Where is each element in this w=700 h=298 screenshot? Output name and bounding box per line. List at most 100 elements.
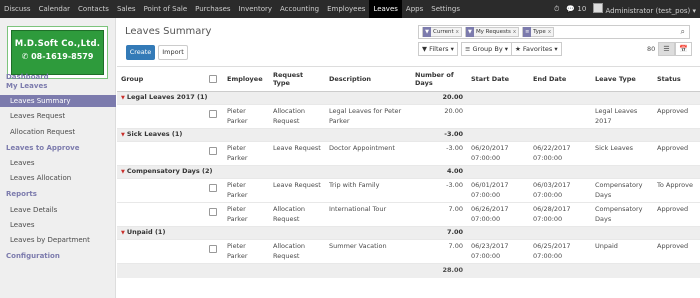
- group-cell: [117, 104, 205, 129]
- sidebar-item-leaves-request[interactable]: Leaves Request: [0, 112, 116, 120]
- search-bar[interactable]: ▼ Current x ▼ My Requests x ≡ Type x ⌕: [418, 25, 690, 39]
- sidebar-reports[interactable]: Reports: [0, 190, 116, 198]
- group-label: Sick Leaves (1): [126, 130, 183, 138]
- favorites-dropdown[interactable]: ★ Favorites ▾: [511, 42, 562, 56]
- row-checkbox[interactable]: [205, 178, 223, 203]
- menu-item-purchases[interactable]: Purchases: [191, 0, 234, 18]
- col-status[interactable]: Status: [653, 66, 700, 92]
- group-cell: [117, 239, 205, 264]
- grand-total-row: 28.00: [117, 263, 700, 278]
- chat-icon[interactable]: 💬 10: [566, 5, 586, 13]
- group-row[interactable]: ▼ Unpaid (1) 7.00: [117, 226, 700, 240]
- row-checkbox[interactable]: [205, 202, 223, 227]
- col-end-date[interactable]: End Date: [529, 66, 591, 92]
- group-label: Legal Leaves 2017 (1): [126, 93, 208, 101]
- leave-type-cell: Legal Leaves 2017: [591, 104, 653, 129]
- col-start-date[interactable]: Start Date: [467, 66, 529, 92]
- status-cell: Approved: [653, 141, 700, 166]
- remove-facet-icon[interactable]: x: [456, 29, 461, 35]
- row-checkbox[interactable]: [205, 104, 223, 129]
- sidebar-my-leaves[interactable]: My Leaves: [0, 82, 116, 90]
- menu-item-accounting[interactable]: Accounting: [276, 0, 323, 18]
- sidebar-item-leaves-report[interactable]: Leaves: [0, 221, 116, 229]
- sidebar-item-leaves-by-department[interactable]: Leaves by Department: [0, 236, 116, 244]
- status-cell: Approved: [653, 202, 700, 227]
- search-facet[interactable]: ▼ Current x: [422, 27, 462, 37]
- group-by-dropdown[interactable]: ≡ Group By ▾: [461, 42, 513, 56]
- sidebar-item-leaves-summary[interactable]: Leaves Summary: [0, 95, 116, 107]
- group-name[interactable]: ▼ Legal Leaves 2017 (1): [117, 91, 411, 105]
- calendar-view-icon[interactable]: 📅: [675, 42, 692, 56]
- row-checkbox[interactable]: [205, 239, 223, 264]
- col-description[interactable]: Description: [325, 66, 411, 92]
- menu-item-discuss[interactable]: Discuss: [0, 0, 35, 18]
- status-cell: Approved: [653, 104, 700, 129]
- description-cell: Summer Vacation: [325, 239, 411, 264]
- col-leave-type[interactable]: Leave Type: [591, 66, 653, 92]
- chat-count: 10: [577, 5, 587, 13]
- list-view-icon[interactable]: ☰: [658, 42, 675, 56]
- menu-item-apps[interactable]: Apps: [402, 0, 427, 18]
- company-phone: ✆ 08-1619-8579: [21, 52, 94, 61]
- table-row[interactable]: Pieter Parker Allocation Request Internati…: [117, 202, 700, 227]
- menu-item-calendar[interactable]: Calendar: [35, 0, 74, 18]
- start-date-cell: 06/20/2017 07:00:00: [467, 141, 529, 166]
- user-menu[interactable]: Administrator (test_pos) ▾: [593, 3, 696, 15]
- sidebar-dashboard[interactable]: Dashboard: [0, 73, 116, 81]
- group-name[interactable]: ▼ Sick Leaves (1): [117, 128, 411, 142]
- group-row[interactable]: ▼ Legal Leaves 2017 (1) 20.00: [117, 91, 700, 105]
- col-group[interactable]: Group: [117, 66, 205, 92]
- remove-facet-icon[interactable]: x: [513, 29, 518, 35]
- filters-dropdown[interactable]: ▼ Filters ▾: [418, 42, 458, 56]
- menu-item-employees[interactable]: Employees: [323, 0, 369, 18]
- menu-item-contacts[interactable]: Contacts: [74, 0, 113, 18]
- pager-value[interactable]: 80: [647, 45, 655, 53]
- select-all-checkbox[interactable]: [205, 66, 223, 92]
- sidebar-item-leaves-allocation[interactable]: Leaves Allocation: [0, 174, 116, 182]
- group-name[interactable]: ▼ Unpaid (1): [117, 226, 411, 240]
- leave-type-cell: Sick Leaves: [591, 141, 653, 166]
- sidebar-item-allocation-request[interactable]: Allocation Request: [0, 128, 116, 136]
- create-button[interactable]: Create: [126, 45, 155, 60]
- request-type-cell: Leave Request: [269, 178, 325, 203]
- sidebar-configuration[interactable]: Configuration: [0, 252, 116, 260]
- sidebar-item-leave-details[interactable]: Leave Details: [0, 206, 116, 214]
- col-employee[interactable]: Employee: [223, 66, 269, 92]
- menu-item-inventory[interactable]: Inventory: [235, 0, 276, 18]
- menu-item-leaves[interactable]: Leaves: [369, 0, 402, 18]
- row-checkbox[interactable]: [205, 141, 223, 166]
- group-label: Unpaid (1): [126, 228, 166, 236]
- search-icon[interactable]: ⌕: [681, 27, 685, 37]
- description-cell: Trip with Family: [325, 178, 411, 203]
- table-header-row: Group Employee Request Type Description …: [117, 66, 700, 92]
- systray: ⏱ 💬 10 Administrator (test_pos) ▾: [554, 0, 696, 18]
- days-cell: -3.00: [411, 178, 467, 203]
- filter-icon: ▼: [423, 27, 431, 37]
- col-request-type[interactable]: Request Type: [269, 66, 325, 92]
- group-name[interactable]: ▼ Compensatory Days (2): [117, 165, 411, 179]
- group-row[interactable]: ▼ Compensatory Days (2) 4.00: [117, 165, 700, 179]
- filter-icon: ≡: [523, 27, 532, 37]
- group-row[interactable]: ▼ Sick Leaves (1) -3.00: [117, 128, 700, 142]
- activity-icon[interactable]: ⏱: [554, 5, 559, 14]
- sidebar-item-leaves[interactable]: Leaves: [0, 159, 116, 167]
- remove-facet-icon[interactable]: x: [548, 29, 553, 35]
- table-row[interactable]: Pieter Parker Allocation Request Summer Va…: [117, 239, 700, 264]
- import-button[interactable]: Import: [158, 45, 188, 60]
- employee-cell: Pieter Parker: [223, 202, 269, 227]
- table-row[interactable]: Pieter Parker Leave Request Doctor Appoint…: [117, 141, 700, 166]
- search-facet[interactable]: ▼ My Requests x: [464, 27, 520, 37]
- search-facet[interactable]: ≡ Type x: [522, 27, 555, 37]
- table-row[interactable]: Pieter Parker Leave Request Trip with Fami…: [117, 178, 700, 203]
- caret-down-icon: ▼: [121, 132, 125, 138]
- leave-type-cell: Compensatory Days: [591, 178, 653, 203]
- table-row[interactable]: Pieter Parker Allocation Request Legal Lea…: [117, 104, 700, 129]
- days-cell: 7.00: [411, 239, 467, 264]
- menu-item-settings[interactable]: Settings: [427, 0, 464, 18]
- sidebar: M.D.Soft Co.,Ltd. ✆ 08-1619-8579 Dashboa…: [0, 18, 116, 298]
- sidebar-leaves-to-approve[interactable]: Leaves to Approve: [0, 144, 116, 152]
- menu-item-point-of-sale[interactable]: Point of Sale: [140, 0, 192, 18]
- menu-item-sales[interactable]: Sales: [113, 0, 140, 18]
- col-number-of-days[interactable]: Number of Days: [411, 66, 467, 92]
- page-title: Leaves Summary: [125, 26, 212, 37]
